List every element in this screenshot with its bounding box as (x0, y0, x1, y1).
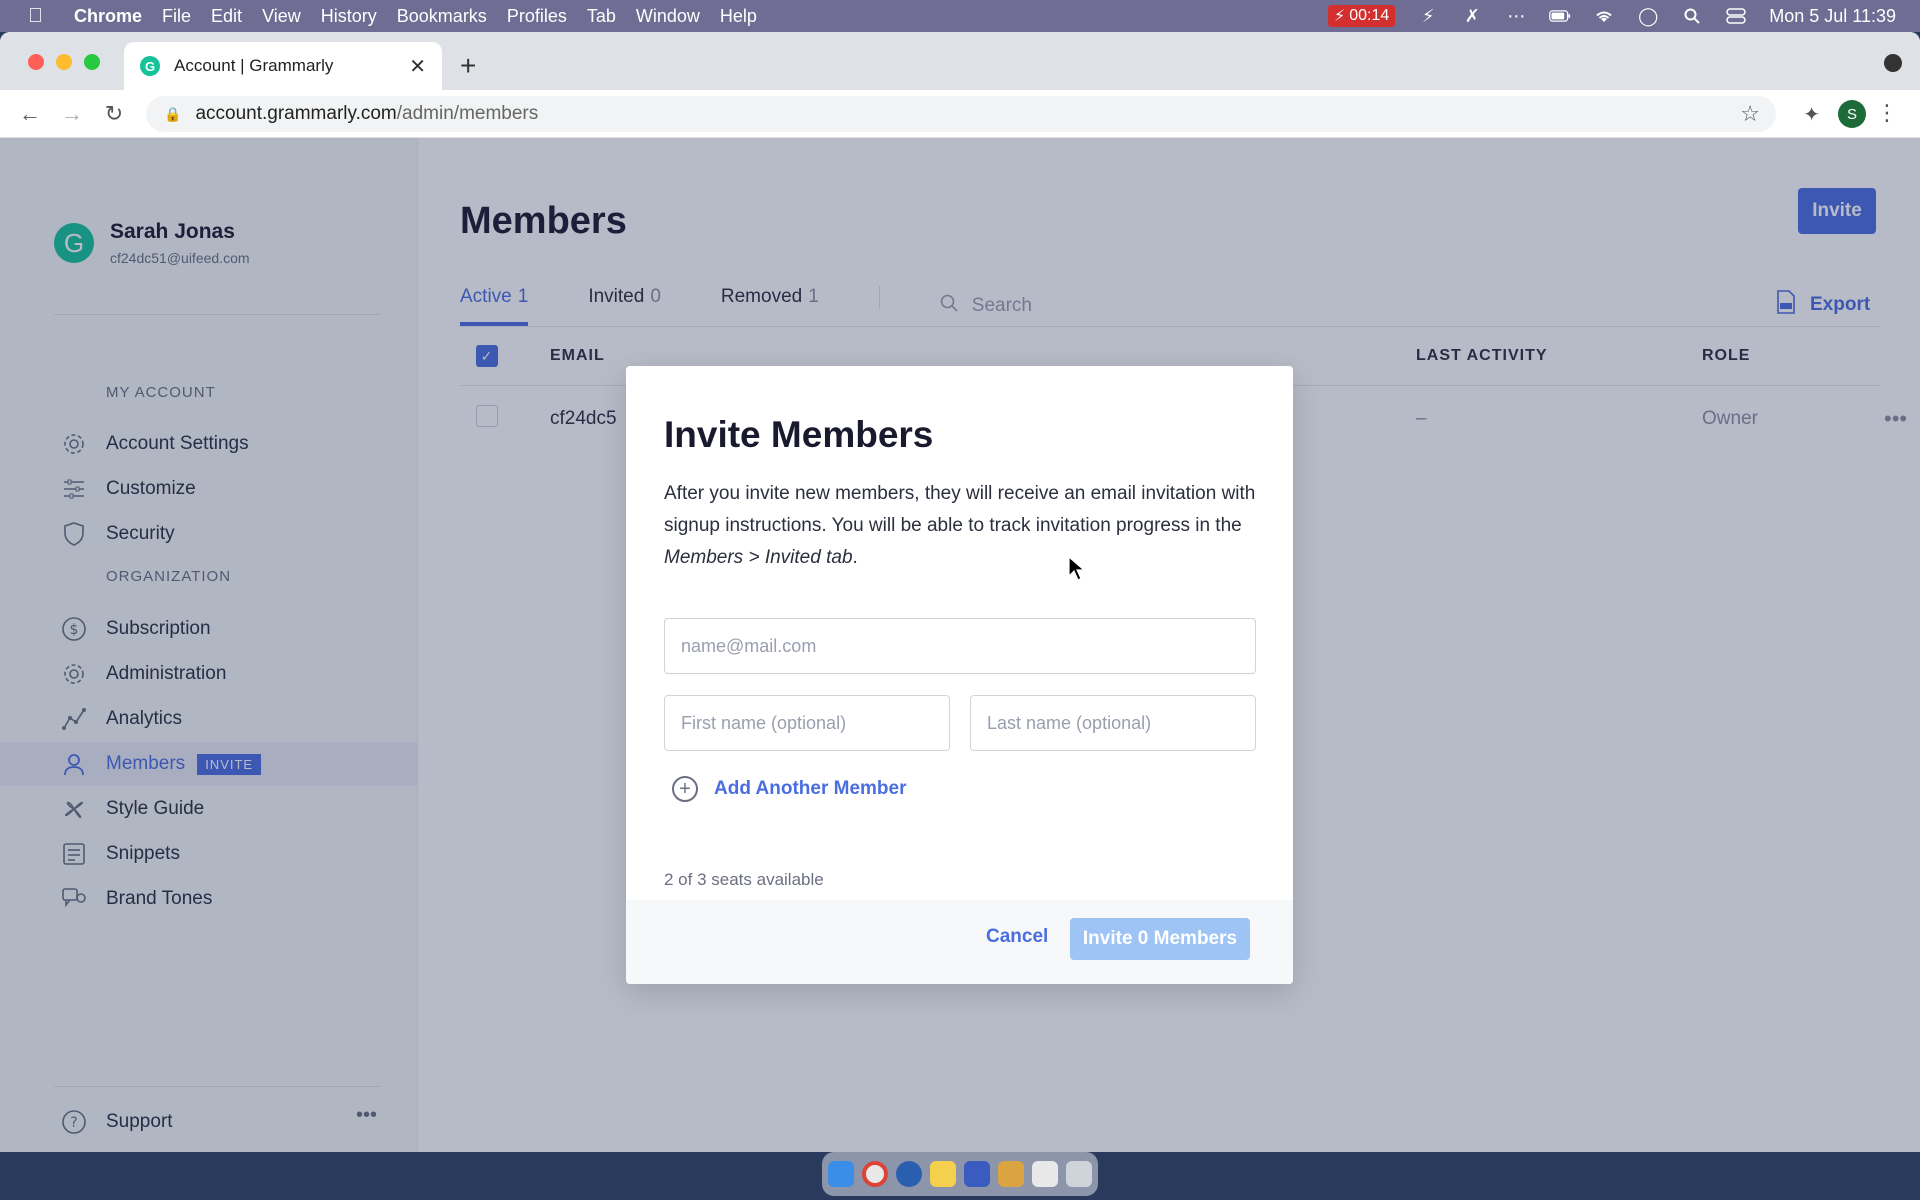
description-text: After you invite new members, they will … (664, 483, 1256, 536)
forward-icon[interactable]: → (60, 101, 84, 127)
email-input[interactable] (664, 618, 1256, 674)
invite-members-button[interactable]: Invite 0 Members (1070, 918, 1250, 960)
preview-app-icon[interactable] (1032, 1161, 1058, 1187)
control-center-icon[interactable] (1725, 7, 1747, 25)
menu-help[interactable]: Help (720, 6, 757, 27)
menu-file[interactable]: File (162, 6, 191, 27)
url-host: account.grammarly.com (195, 103, 397, 124)
menu-app-name[interactable]: Chrome (74, 6, 142, 27)
mouse-cursor-icon (1068, 556, 1086, 581)
spotlight-icon[interactable] (1681, 7, 1703, 25)
user-circle-icon[interactable]: ◯ (1637, 6, 1659, 26)
menu-view[interactable]: View (262, 6, 301, 27)
dialog-footer: Cancel Invite 0 Members (626, 900, 1293, 984)
tab-search-icon[interactable] (1884, 54, 1902, 72)
invite-members-dialog: Invite Members After you invite new memb… (626, 366, 1293, 984)
apple-icon[interactable]:  (28, 5, 58, 28)
address-bar[interactable]: 🔒 account.grammarly.com/admin/members ☆ (146, 96, 1776, 132)
menu-profiles[interactable]: Profiles (507, 6, 567, 27)
lock-icon[interactable]: 🔒 (164, 106, 181, 123)
tab-title: Account | Grammarly (174, 56, 334, 75)
macos-dock (822, 1152, 1098, 1196)
flash-icon: ⚡ (1333, 8, 1346, 25)
dots-icon[interactable]: ⋯ (1505, 6, 1527, 26)
menu-extras: ⚡ 00:14 ⚡ ✗ ⋯ ◯ Mon 5 Jul 11:39 (1327, 0, 1896, 32)
timer-text: 00:14 (1349, 7, 1390, 24)
page-content: G Sarah Jonas cf24dc51@uifeed.com MY ACC… (0, 138, 1920, 1152)
bookmark-star-icon[interactable]: ☆ (1740, 101, 1760, 127)
recording-timer[interactable]: ⚡ 00:14 (1327, 5, 1396, 27)
close-tab-icon[interactable]: ✕ (409, 54, 426, 79)
minimize-window-button[interactable] (56, 54, 72, 70)
last-name-input[interactable] (970, 695, 1256, 751)
first-name-input[interactable] (664, 695, 950, 751)
menu-window[interactable]: Window (636, 6, 700, 27)
back-icon[interactable]: ← (18, 101, 42, 127)
macos-menu-bar:  Chrome File Edit View History Bookmark… (0, 0, 1920, 32)
chrome-app-icon[interactable] (862, 1161, 888, 1187)
battery-icon[interactable] (1549, 7, 1571, 25)
cancel-button[interactable]: Cancel (986, 926, 1048, 948)
chrome-menu-icon[interactable]: ⋮ (1876, 100, 1898, 126)
trash-icon[interactable] (1066, 1161, 1092, 1187)
password-app-icon[interactable] (896, 1161, 922, 1187)
seats-available-text: 2 of 3 seats available (664, 870, 824, 889)
bolt-icon[interactable]: ⚡ (1417, 6, 1439, 26)
grammarly-favicon-icon: G (140, 56, 160, 76)
chrome-window: G Account | Grammarly ✕ + ← → ↻ 🔒 accoun… (0, 32, 1920, 1152)
menu-bookmarks[interactable]: Bookmarks (397, 6, 487, 27)
zoom-window-button[interactable] (84, 54, 100, 70)
menu-edit[interactable]: Edit (211, 6, 242, 27)
new-tab-icon[interactable]: + (460, 50, 476, 82)
bluetooth-icon[interactable]: ✗ (1461, 6, 1483, 26)
menu-history[interactable]: History (321, 6, 377, 27)
reload-icon[interactable]: ↻ (102, 101, 126, 127)
finder-icon[interactable] (828, 1161, 854, 1187)
description-link-text: Members > Invited tab (664, 547, 853, 568)
notes-app-icon[interactable] (930, 1161, 956, 1187)
browser-tab[interactable]: G Account | Grammarly ✕ (124, 42, 442, 90)
close-window-button[interactable] (28, 54, 44, 70)
add-another-member-button[interactable]: + Add Another Member (672, 776, 906, 802)
dialog-description: After you invite new members, they will … (664, 478, 1264, 574)
url-path: /admin/members (396, 103, 539, 124)
add-member-label: Add Another Member (714, 778, 907, 799)
bolt-app-icon[interactable] (964, 1161, 990, 1187)
profile-avatar[interactable]: S (1838, 100, 1866, 128)
browser-toolbar: ← → ↻ 🔒 account.grammarly.com/admin/memb… (0, 90, 1920, 138)
wifi-icon[interactable] (1593, 7, 1615, 25)
tab-strip: G Account | Grammarly ✕ + (0, 32, 1920, 90)
dialog-title: Invite Members (664, 414, 934, 455)
description-end: . (852, 547, 858, 568)
plus-circle-icon: + (672, 776, 698, 802)
archive-app-icon[interactable] (998, 1161, 1024, 1187)
menu-tab[interactable]: Tab (587, 6, 616, 27)
window-controls (28, 54, 100, 70)
menu-datetime[interactable]: Mon 5 Jul 11:39 (1769, 6, 1896, 27)
extensions-puzzle-icon[interactable]: ✦ (1803, 102, 1820, 127)
